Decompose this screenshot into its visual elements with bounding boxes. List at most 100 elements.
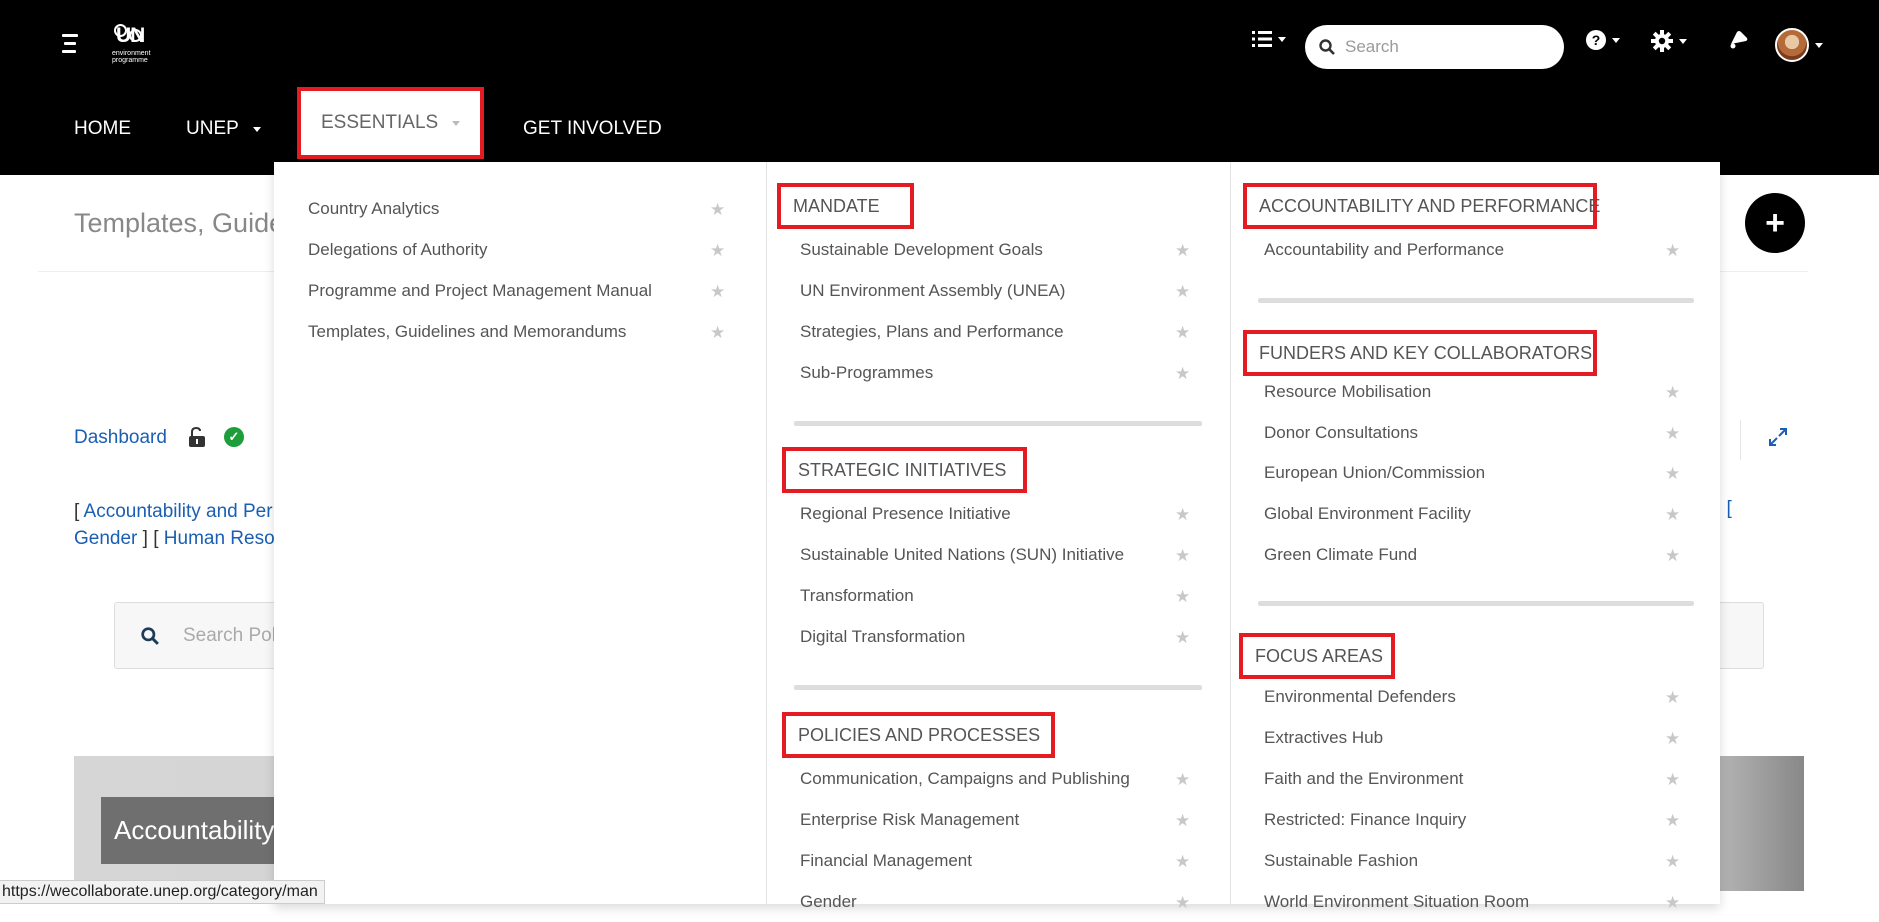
star-icon[interactable]: ★ xyxy=(1665,852,1680,872)
hamburger-menu-icon[interactable] xyxy=(62,34,80,54)
menu-item[interactable]: Faith and the Environment xyxy=(1264,758,1463,799)
star-icon[interactable]: ★ xyxy=(1665,729,1680,749)
menu-item[interactable]: Programme and Project Management Manual xyxy=(308,270,652,311)
star-icon[interactable]: ★ xyxy=(1665,505,1680,525)
menu-item[interactable]: Extractives Hub xyxy=(1264,717,1383,758)
card-title: Accountability xyxy=(101,797,301,864)
star-icon[interactable]: ★ xyxy=(1175,893,1190,913)
category-link[interactable]: Human Reso xyxy=(164,528,275,549)
menu-item[interactable]: Financial Management xyxy=(800,840,972,881)
menu-item[interactable]: European Union/Commission xyxy=(1264,452,1485,493)
menu-item[interactable]: Transformation xyxy=(800,575,914,616)
nav-unep[interactable]: UNEP xyxy=(186,109,261,149)
dashboard-link[interactable]: Dashboard xyxy=(74,427,167,449)
menu-item[interactable]: Sustainable Fashion xyxy=(1264,840,1418,881)
nav-essentials[interactable]: ESSENTIALS xyxy=(297,87,485,159)
category-link[interactable]: Accountability and Per xyxy=(84,501,273,522)
menu-item[interactable]: Resource Mobilisation xyxy=(1264,371,1431,412)
menu-heading-focus-areas: FOCUS AREAS xyxy=(1239,633,1395,679)
star-icon[interactable]: ★ xyxy=(1175,587,1190,607)
check-circle-icon: ✓ xyxy=(224,427,244,447)
menu-column-3: ACCOUNTABILITY AND PERFORMANCE Accountab… xyxy=(1230,162,1720,912)
gear-icon[interactable] xyxy=(1651,30,1687,52)
menu-heading-accountability-and-performance: ACCOUNTABILITY AND PERFORMANCE xyxy=(1243,183,1600,229)
menu-item[interactable]: Regional Presence Initiative xyxy=(800,493,1011,534)
unep-logo[interactable]: UN environment programme xyxy=(112,24,172,66)
star-icon[interactable]: ★ xyxy=(1665,688,1680,708)
star-icon[interactable]: ★ xyxy=(1175,546,1190,566)
help-icon[interactable]: ? xyxy=(1586,30,1620,50)
star-icon[interactable]: ★ xyxy=(1665,464,1680,484)
star-icon[interactable]: ★ xyxy=(1665,811,1680,831)
menu-item[interactable]: Sub-Programmes xyxy=(800,352,933,393)
user-avatar-menu[interactable] xyxy=(1775,28,1823,62)
menu-heading-policies-and-processes: POLICIES AND PROCESSES xyxy=(782,712,1055,758)
star-icon[interactable]: ★ xyxy=(1665,383,1680,403)
star-icon[interactable]: ★ xyxy=(1175,282,1190,302)
menu-item[interactable]: Enterprise Risk Management xyxy=(800,799,1019,840)
menu-item[interactable]: Donor Consultations xyxy=(1264,412,1418,453)
global-search[interactable] xyxy=(1305,25,1564,69)
menu-item[interactable]: World Environment Situation Room xyxy=(1264,881,1529,922)
search-input[interactable] xyxy=(1345,37,1535,57)
top-bar: UN environment programme ? HOME UNEP ESS… xyxy=(0,0,1879,175)
star-icon[interactable]: ★ xyxy=(710,323,725,343)
star-icon[interactable]: ★ xyxy=(1175,505,1190,525)
list-view-icon[interactable] xyxy=(1252,30,1286,48)
menu-item[interactable]: Sustainable Development Goals xyxy=(800,229,1043,270)
menu-item[interactable]: Communication, Campaigns and Publishing xyxy=(800,758,1130,799)
star-icon[interactable]: ★ xyxy=(710,241,725,261)
menu-column-1: Country Analytics ★ Delegations of Autho… xyxy=(274,162,766,904)
menu-item[interactable]: Green Climate Fund xyxy=(1264,534,1417,575)
star-icon[interactable]: ★ xyxy=(1665,241,1680,261)
star-icon[interactable]: ★ xyxy=(1665,424,1680,444)
menu-item[interactable]: Accountability and Performance xyxy=(1264,229,1504,270)
star-icon[interactable]: ★ xyxy=(1175,811,1190,831)
expand-icon[interactable] xyxy=(1768,427,1788,453)
star-icon[interactable]: ★ xyxy=(1665,893,1680,913)
star-icon[interactable]: ★ xyxy=(710,200,725,220)
menu-item[interactable]: UN Environment Assembly (UNEA) xyxy=(800,270,1065,311)
menu-item[interactable]: Delegations of Authority xyxy=(308,229,488,270)
category-links: [ Accountability and Per Gender ] [ Huma… xyxy=(74,501,275,549)
divider xyxy=(1258,601,1694,606)
svg-text:?: ? xyxy=(1592,32,1601,48)
star-icon[interactable]: ★ xyxy=(1175,323,1190,343)
menu-item[interactable]: Digital Transformation xyxy=(800,616,965,657)
avatar xyxy=(1775,28,1809,62)
status-bar-url: https://wecollaborate.unep.org/category/… xyxy=(0,880,325,904)
notifications-bell-icon[interactable] xyxy=(1727,30,1749,50)
star-icon[interactable]: ★ xyxy=(1175,770,1190,790)
divider xyxy=(794,685,1202,690)
menu-item[interactable]: Country Analytics xyxy=(308,188,439,229)
star-icon[interactable]: ★ xyxy=(1665,546,1680,566)
search-icon xyxy=(1319,39,1335,55)
menu-item[interactable]: Global Environment Facility xyxy=(1264,493,1471,534)
star-icon[interactable]: ★ xyxy=(710,282,725,302)
menu-item[interactable]: Restricted: Finance Inquiry xyxy=(1264,799,1466,840)
menu-item[interactable]: Templates, Guidelines and Memorandums xyxy=(308,311,626,352)
star-icon[interactable]: ★ xyxy=(1175,852,1190,872)
add-button[interactable]: + xyxy=(1745,193,1805,253)
menu-heading-funders-and-key-collaborators: FUNDERS AND KEY COLLABORATORS xyxy=(1243,330,1597,376)
category-link[interactable]: Gender xyxy=(74,528,137,549)
divider xyxy=(1258,298,1694,303)
menu-item[interactable]: Strategies, Plans and Performance xyxy=(800,311,1064,352)
divider xyxy=(794,421,1202,426)
star-icon[interactable]: ★ xyxy=(1175,241,1190,261)
unlock-icon[interactable] xyxy=(188,426,206,447)
search-icon xyxy=(141,626,159,645)
star-icon[interactable]: ★ xyxy=(1665,770,1680,790)
star-icon[interactable]: ★ xyxy=(1175,628,1190,648)
menu-heading-mandate: MANDATE xyxy=(777,183,914,229)
nav-get-involved[interactable]: GET INVOLVED xyxy=(523,109,662,149)
essentials-dropdown: Country Analytics ★ Delegations of Autho… xyxy=(274,162,1720,912)
nav-home[interactable]: HOME xyxy=(74,109,131,149)
menu-heading-strategic-initiatives: STRATEGIC INITIATIVES xyxy=(782,447,1027,493)
menu-item[interactable]: Sustainable United Nations (SUN) Initiat… xyxy=(800,534,1124,575)
menu-item[interactable]: Gender xyxy=(800,881,857,922)
page-title: Templates, Guide xyxy=(74,208,285,238)
menu-item[interactable]: Environmental Defenders xyxy=(1264,676,1456,717)
star-icon[interactable]: ★ xyxy=(1175,364,1190,384)
menu-column-2: MANDATE Sustainable Development Goals ★ … xyxy=(766,162,1230,912)
